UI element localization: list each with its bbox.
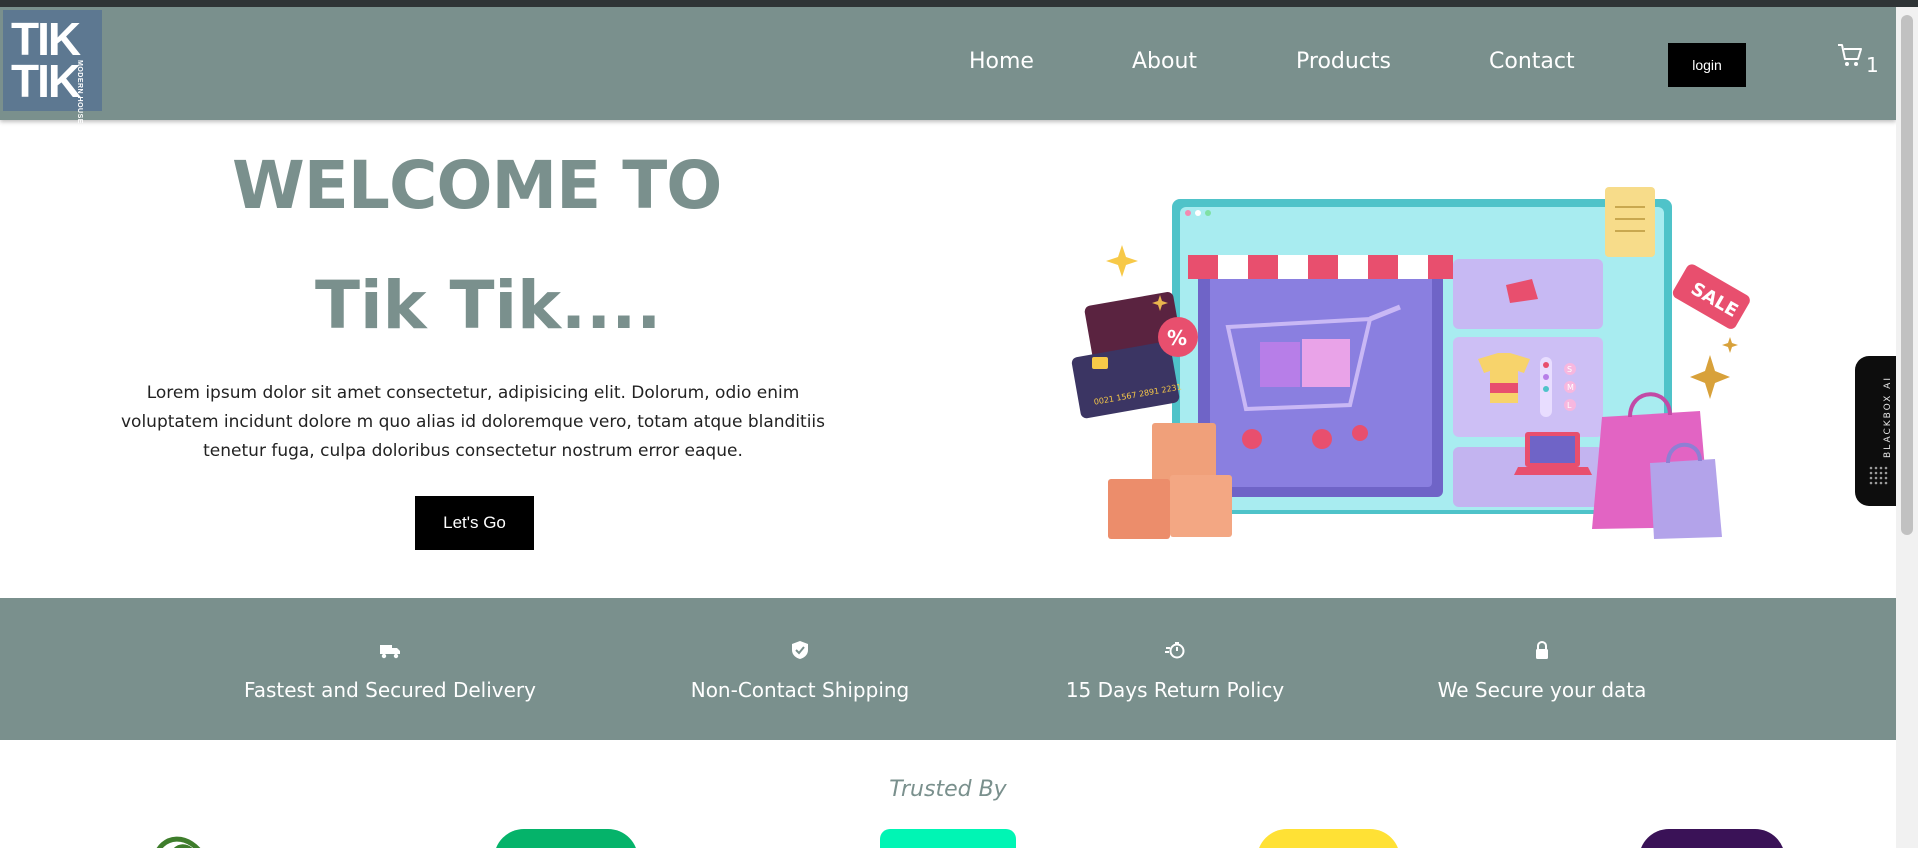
cart-icon	[1838, 44, 1862, 66]
svg-text:%: %	[1167, 326, 1187, 350]
awning	[1188, 255, 1453, 279]
hero-description: Lorem ipsum dolor sit amet consectetur, …	[120, 383, 826, 461]
cart-button[interactable]: 1	[1836, 41, 1879, 77]
logo-line-2: TIK	[11, 55, 81, 107]
site-logo[interactable]: TIK TIK MODERN HOUSE	[3, 10, 102, 124]
feature-shipping: Non-Contact Shipping	[610, 598, 990, 740]
feature-security: We Secure your data	[1352, 598, 1732, 740]
nav-home[interactable]: Home	[969, 49, 1034, 74]
page-scrollbar[interactable]	[1896, 7, 1918, 848]
stopwatch-icon	[1165, 642, 1185, 659]
brand-logo-mint	[880, 829, 1016, 848]
feature-delivery: Fastest and Secured Delivery	[200, 598, 580, 740]
nav-contact[interactable]: Contact	[1489, 49, 1575, 74]
feature-label: Fastest and Secured Delivery	[244, 678, 536, 702]
login-button[interactable]: login	[1668, 43, 1746, 87]
truck-icon	[380, 645, 400, 659]
features-band: Fastest and Secured Delivery Non-Contact…	[0, 598, 1896, 740]
shopping-illustration: S M L SALE 0021 1567 2891 2231 %	[1071, 187, 1750, 539]
feature-label: We Secure your data	[1437, 678, 1647, 702]
feature-returns: 15 Days Return Policy	[985, 598, 1365, 740]
hero-title-line-2: Tik Tik....	[315, 267, 662, 344]
lets-go-button[interactable]: Let's Go	[415, 496, 534, 550]
credit-cards: 0021 1567 2891 2231	[1071, 292, 1182, 419]
site-header: TIK TIK MODERN HOUSE Home About Products…	[0, 7, 1896, 124]
page: TIK TIK MODERN HOUSE Home About Products…	[0, 7, 1896, 848]
size-s: S	[1567, 365, 1572, 374]
feature-label: Non-Contact Shipping	[690, 678, 910, 702]
shield-check-icon	[792, 641, 808, 659]
blackbox-ai-label: BLACKBOX AI	[1883, 376, 1893, 458]
dots-icon	[1869, 466, 1888, 485]
parcel-boxes	[1108, 423, 1232, 539]
brand-logo-yellow	[1257, 829, 1400, 848]
scrollbar-thumb[interactable]	[1901, 15, 1913, 535]
logo-tagline: MODERN HOUSE	[76, 60, 83, 124]
receipt	[1605, 187, 1655, 257]
feature-label: 15 Days Return Policy	[1065, 678, 1285, 702]
window-top-edge	[0, 0, 1918, 7]
brand-logo-leaf	[156, 836, 201, 848]
sale-tag: SALE	[1672, 264, 1750, 329]
size-l: L	[1567, 401, 1572, 410]
brand-logo-green	[494, 829, 638, 848]
size-m: M	[1567, 383, 1574, 392]
brand-logo-purple	[1639, 829, 1785, 848]
trusted-by-heading: Trusted By	[889, 777, 1007, 802]
discount-badge: %	[1158, 317, 1198, 357]
nav-products[interactable]: Products	[1296, 49, 1391, 74]
blackbox-ai-widget[interactable]: BLACKBOX AI	[1855, 356, 1896, 506]
cart-count: 1	[1866, 53, 1879, 77]
nav-about[interactable]: About	[1132, 49, 1197, 74]
lock-icon	[1536, 640, 1548, 659]
hero-title-line-1: WELCOME TO	[232, 147, 722, 224]
